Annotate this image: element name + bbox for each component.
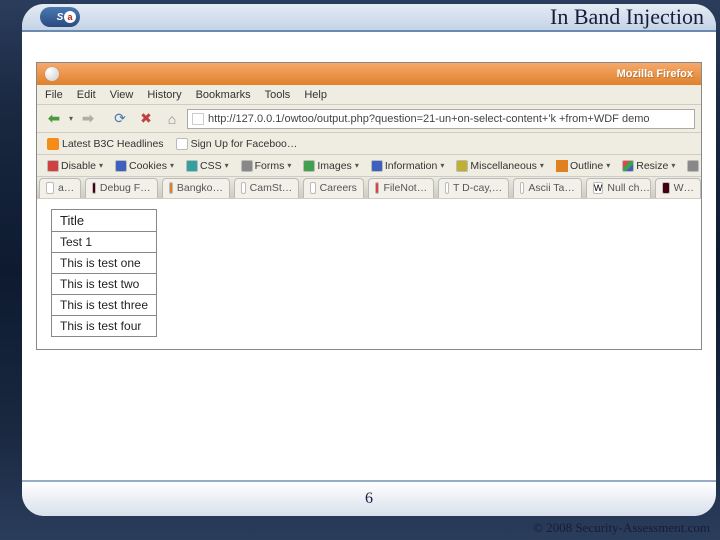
- menubar: File Edit View History Bookmarks Tools H…: [37, 85, 701, 105]
- resize-icon: [622, 160, 634, 172]
- wiki-icon: W: [593, 182, 604, 194]
- tab-item[interactable]: WNull ch…: [586, 178, 651, 198]
- tool-css[interactable]: CSS▾: [182, 159, 233, 173]
- bug-icon: [92, 182, 96, 194]
- slide-frame: S In Band Injection Mozilla Firefox File…: [22, 4, 716, 516]
- tool-cookies[interactable]: Cookies▾: [111, 159, 178, 173]
- back-dropdown-icon[interactable]: ▾: [69, 114, 73, 123]
- tools-icon: [687, 160, 699, 172]
- logo-mark: S: [40, 7, 80, 27]
- tab-favicon-icon: [241, 182, 246, 194]
- tab-favicon-icon: [520, 182, 524, 194]
- css-icon: [186, 160, 198, 172]
- tab-item[interactable]: Careers: [303, 178, 364, 198]
- tool-misc[interactable]: Miscellaneous▾: [452, 159, 548, 173]
- menu-history[interactable]: History: [147, 89, 181, 101]
- page-icon: [176, 138, 188, 150]
- disable-icon: [47, 160, 59, 172]
- menu-file[interactable]: File: [45, 89, 63, 101]
- slide-title: In Band Injection: [550, 4, 704, 30]
- table-row: Test 1: [52, 232, 157, 253]
- table-row: This is test three: [52, 295, 157, 316]
- table-header: Title: [52, 210, 157, 232]
- rss-icon: [47, 138, 59, 150]
- outline-icon: [556, 160, 568, 172]
- tab-favicon-icon: [310, 182, 315, 194]
- firefox-icon: [45, 67, 59, 81]
- tool-images[interactable]: Images▾: [299, 159, 362, 173]
- slide-body: Mozilla Firefox File Edit View History B…: [22, 32, 716, 480]
- navigation-toolbar: ⬅ ▾ ➡ ⟳ ✖ ⌂ http://127.0.0.1/owtoo/outpu…: [37, 105, 701, 133]
- forms-icon: [241, 160, 253, 172]
- browser-titlebar: Mozilla Firefox: [37, 63, 701, 85]
- cookies-icon: [115, 160, 127, 172]
- info-icon: [371, 160, 383, 172]
- table-row: This is test one: [52, 253, 157, 274]
- menu-edit[interactable]: Edit: [77, 89, 96, 101]
- back-button[interactable]: ⬅: [43, 108, 65, 130]
- results-table: Title Test 1 This is test one This is te…: [51, 209, 157, 337]
- misc-icon: [456, 160, 468, 172]
- reload-button[interactable]: ⟳: [109, 108, 131, 130]
- tab-favicon-icon: [46, 182, 54, 194]
- table-row: This is test four: [52, 316, 157, 337]
- menu-view[interactable]: View: [110, 89, 134, 101]
- browser-window: Mozilla Firefox File Edit View History B…: [36, 62, 702, 350]
- bug-icon: [662, 182, 669, 194]
- tab-item[interactable]: Ascii Ta…: [513, 178, 582, 198]
- forward-button[interactable]: ➡: [77, 108, 99, 130]
- tab-strip: a… Debug F… Bangko… CamSt… Careers FileN…: [37, 177, 701, 199]
- slide-footer: 6: [22, 480, 716, 516]
- menu-bookmarks[interactable]: Bookmarks: [196, 89, 251, 101]
- tab-favicon-icon: [445, 182, 449, 194]
- webdev-toolbar: Disable▾ Cookies▾ CSS▾ Forms▾ Images▾ In…: [37, 155, 701, 177]
- stop-button[interactable]: ✖: [135, 108, 157, 130]
- menu-help[interactable]: Help: [304, 89, 327, 101]
- bookmark-facebook[interactable]: Sign Up for Faceboo…: [172, 137, 302, 151]
- browser-title: Mozilla Firefox: [617, 68, 693, 80]
- page-content: Title Test 1 This is test one This is te…: [37, 199, 701, 349]
- hack-icon: [375, 182, 380, 194]
- bookmark-bbc[interactable]: Latest B3C Headlines: [43, 137, 168, 151]
- tab-item[interactable]: FileNot…: [368, 178, 434, 198]
- slide-header: S In Band Injection: [22, 4, 716, 32]
- copyright: © 2008 Security-Assessment.com: [533, 520, 710, 536]
- home-button[interactable]: ⌂: [161, 108, 183, 130]
- page-number: 6: [365, 490, 373, 508]
- tab-item[interactable]: Bangko…: [162, 178, 230, 198]
- tab-item[interactable]: W…: [655, 178, 701, 198]
- page-favicon-icon: [192, 113, 204, 125]
- table-row: This is test two: [52, 274, 157, 295]
- tool-info[interactable]: Information▾: [367, 159, 449, 173]
- logo: S: [40, 7, 80, 27]
- images-icon: [303, 160, 315, 172]
- tool-disable[interactable]: Disable▾: [43, 159, 107, 173]
- url-text: http://127.0.0.1/owtoo/output.php?questi…: [208, 113, 649, 125]
- tab-item[interactable]: CamSt…: [234, 178, 299, 198]
- url-bar[interactable]: http://127.0.0.1/owtoo/output.php?questi…: [187, 109, 695, 129]
- flag-icon: [169, 182, 173, 194]
- tab-item[interactable]: Debug F…: [85, 178, 157, 198]
- tab-item[interactable]: T D-cay,…: [438, 178, 509, 198]
- tool-outline[interactable]: Outline▾: [552, 159, 614, 173]
- tab-item[interactable]: a…: [39, 178, 81, 198]
- tool-resize[interactable]: Resize▾: [618, 159, 679, 173]
- menu-tools[interactable]: Tools: [265, 89, 291, 101]
- tool-forms[interactable]: Forms▾: [237, 159, 296, 173]
- bookmarks-toolbar: Latest B3C Headlines Sign Up for Faceboo…: [37, 133, 701, 155]
- tool-tools[interactable]: Tools▾: [683, 159, 701, 173]
